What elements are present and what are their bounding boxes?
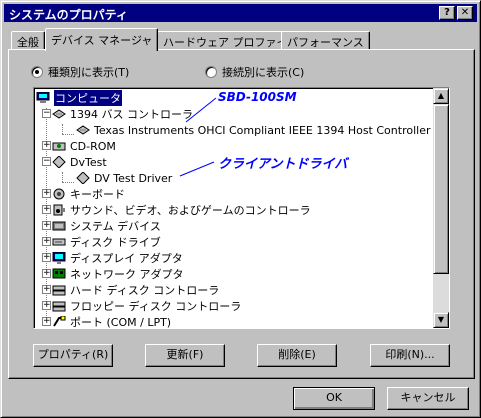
tree-node-disk[interactable]: ディスク ドライブ: [52, 234, 161, 250]
tree-node-network[interactable]: ネットワーク アダプタ: [52, 266, 184, 282]
tree-node-hdd-controller[interactable]: ハード ディスク コントローラ: [52, 282, 219, 298]
collapse-1394-bus[interactable]: −: [42, 109, 51, 118]
diamond-device-icon: [52, 155, 66, 169]
expand-network[interactable]: +: [42, 269, 51, 278]
collapse-dvtest[interactable]: −: [42, 157, 51, 166]
view-by-connection-label: 接続別に表示(C): [222, 66, 305, 79]
tree-node-dvtest[interactable]: DvTest: [52, 154, 107, 170]
tree-label-display: ディスプレイ アダプタ: [70, 252, 183, 265]
tree-label-dvtest: DvTest: [70, 155, 107, 169]
annotation-sbd: SBD-100SM: [218, 90, 297, 104]
expand-hdd-controller[interactable]: +: [42, 285, 51, 294]
tree-label-sound: サウンド、ビデオ、およびゲームのコントローラ: [70, 204, 311, 217]
scroll-up-button[interactable]: ▲: [433, 88, 449, 104]
speaker-icon: [52, 204, 66, 216]
tab-strip: 全般 デバイス マネージャ ハードウェア プロファイル パフォーマンス: [9, 28, 469, 51]
tab-performance[interactable]: パフォーマンス: [281, 31, 370, 50]
tree-label-computer: コンピュータ: [54, 90, 122, 106]
properties-button[interactable]: プロパティ(R): [33, 344, 113, 367]
help-button[interactable]: ?: [439, 6, 455, 20]
view-by-type-option[interactable]: 種類別に表示(T): [31, 64, 129, 80]
tree-node-ti-controller[interactable]: Texas Instruments OHCI Compliant IEEE 13…: [76, 122, 430, 138]
expand-ports[interactable]: +: [42, 317, 51, 326]
disk-drive-icon: [52, 236, 66, 248]
tree-node-system[interactable]: システム デバイス: [52, 218, 161, 234]
system-properties-window: システムのプロパティ ? ✕ 全般 デバイス マネージャ ハードウェア プロファ…: [0, 0, 481, 418]
window-title: システムのプロパティ: [9, 8, 128, 22]
tree-scrollbar[interactable]: ▲ ▼: [433, 88, 449, 328]
tree-node-cdrom[interactable]: CD-ROM: [52, 138, 116, 154]
title-bar: システムのプロパティ ? ✕: [4, 4, 477, 22]
print-button[interactable]: 印刷(N)...: [370, 344, 450, 367]
tree-node-computer[interactable]: コンピュータ: [36, 90, 122, 106]
close-button[interactable]: ✕: [457, 6, 473, 20]
computer-icon: [36, 91, 50, 104]
expand-sound[interactable]: +: [42, 205, 51, 214]
expand-display[interactable]: +: [42, 253, 51, 262]
disk-controller-icon: [52, 284, 66, 296]
tree-label-1394-bus: 1394 バス コントローラ: [70, 108, 193, 121]
tab-general[interactable]: 全般: [11, 31, 45, 50]
floppy-controller-icon: [52, 300, 66, 312]
tree-label-system: システム デバイス: [70, 220, 161, 233]
expand-cdrom[interactable]: +: [42, 141, 51, 150]
tree-label-ports: ポート (COM / LPT): [70, 316, 172, 329]
expand-system[interactable]: +: [42, 221, 51, 230]
tree-node-sound[interactable]: サウンド、ビデオ、およびゲームのコントローラ: [52, 202, 311, 218]
cdrom-icon: [52, 140, 66, 152]
tree-label-keyboard: キーボード: [70, 188, 125, 201]
scroll-down-button[interactable]: ▼: [433, 312, 449, 328]
cancel-button[interactable]: キャンセル: [387, 387, 469, 410]
tree-node-display[interactable]: ディスプレイ アダプタ: [52, 250, 183, 266]
expand-fdd-controller[interactable]: +: [42, 301, 51, 310]
diamond-device-icon: [76, 171, 90, 185]
tree-label-dv-driver: DV Test Driver: [94, 171, 173, 185]
tree-label-network: ネットワーク アダプタ: [70, 268, 184, 281]
annotation-client-driver: クライアントドライバ: [218, 157, 348, 172]
tree-node-dv-driver[interactable]: DV Test Driver: [76, 170, 172, 186]
tree-label-cdrom: CD-ROM: [70, 139, 116, 153]
scroll-thumb[interactable]: [433, 104, 449, 274]
bus-controller-icon: [52, 108, 66, 120]
tree-node-fdd-controller[interactable]: フロッピー ディスク コントローラ: [52, 298, 241, 314]
tree-label-fdd-controller: フロッピー ディスク コントローラ: [70, 300, 242, 313]
tree-label-hdd-controller: ハード ディスク コントローラ: [70, 284, 220, 297]
expand-keyboard[interactable]: +: [42, 189, 51, 198]
refresh-button[interactable]: 更新(F): [145, 344, 225, 367]
tree-label-disk: ディスク ドライブ: [70, 236, 161, 249]
remove-button[interactable]: 削除(E): [257, 344, 337, 367]
view-by-connection-option[interactable]: 接続別に表示(C): [205, 64, 304, 80]
tree-node-1394-bus[interactable]: 1394 バス コントローラ: [52, 106, 193, 122]
network-card-icon: [52, 268, 66, 280]
device-tree[interactable]: コンピュータ − 1394 バス コントローラ Texas Instrument…: [33, 87, 450, 329]
bus-controller-icon: [76, 124, 90, 136]
tree-label-ti-controller: Texas Instruments OHCI Compliant IEEE 13…: [94, 123, 431, 137]
monitor-icon: [52, 251, 66, 264]
tree-node-keyboard[interactable]: キーボード: [52, 186, 125, 202]
keyboard-icon: [52, 188, 66, 200]
ok-button[interactable]: OK: [293, 387, 375, 410]
port-icon: [52, 315, 66, 328]
device-manager-panel: 種類別に表示(T) 接続別に表示(C) コンピュータ − 1394 バス コント…: [8, 49, 475, 379]
annotation-arrow-client-driver: [179, 161, 215, 177]
tab-device-manager[interactable]: デバイス マネージャ: [45, 28, 159, 51]
system-device-icon: [52, 220, 66, 232]
radio-by-connection[interactable]: [205, 66, 217, 78]
tree-node-ports[interactable]: ポート (COM / LPT): [52, 314, 172, 329]
view-by-type-label: 種類別に表示(T): [48, 66, 130, 79]
radio-by-type[interactable]: [31, 66, 43, 78]
expand-disk[interactable]: +: [42, 237, 51, 246]
